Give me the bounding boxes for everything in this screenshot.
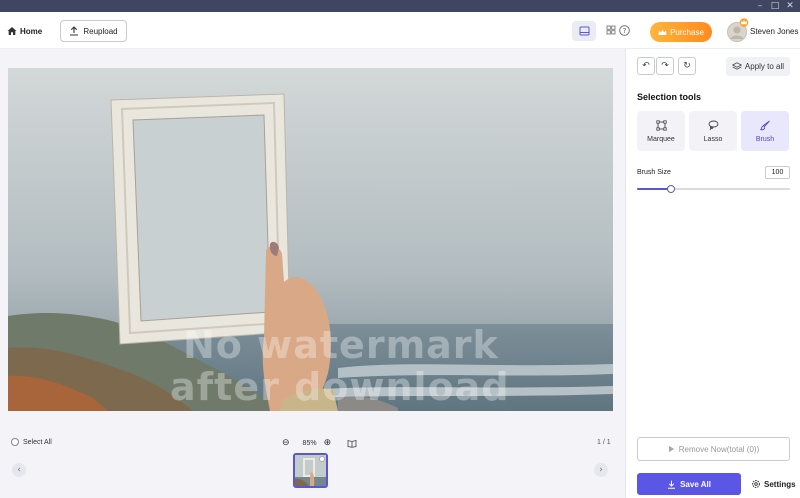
prev-image-button[interactable]: ‹ (12, 463, 26, 477)
redo-icon: ↷ (661, 61, 669, 71)
window-titlebar: – □ ✕ (0, 0, 800, 12)
next-image-button[interactable]: › (594, 463, 608, 477)
select-all-radio[interactable] (11, 438, 19, 446)
maximize-button[interactable]: □ (767, 0, 783, 12)
image-thumbnail[interactable] (293, 453, 328, 488)
purchase-label: Purchase (670, 27, 704, 37)
slider-fill (637, 188, 671, 190)
user-name[interactable]: Steven Jones (750, 27, 798, 36)
page-indicator: 1 / 1 (597, 439, 611, 446)
reupload-button[interactable]: Reupload (60, 20, 127, 42)
zoom-out-icon[interactable]: ⊖ (282, 438, 290, 448)
layers-icon (731, 62, 742, 70)
premium-crown-icon (739, 18, 749, 27)
remove-now-button[interactable]: Remove Now(total (0)) (637, 437, 790, 461)
brush-size-label: Brush Size (637, 169, 671, 176)
close-button[interactable]: ✕ (782, 0, 798, 12)
play-icon (668, 445, 674, 453)
settings-button[interactable]: Settings (751, 479, 796, 489)
download-icon (668, 480, 676, 489)
brush-size-input[interactable]: 100 (765, 166, 790, 179)
marquee-tool[interactable]: Marquee (637, 111, 685, 151)
preview-image[interactable]: No watermark after download (8, 68, 613, 411)
compare-view-button[interactable] (572, 21, 596, 41)
zoom-controls: ⊖ 85% ⊕ (282, 438, 357, 448)
upload-icon (70, 26, 79, 36)
brush-label: Brush (755, 135, 775, 143)
split-view-icon (579, 26, 589, 36)
brush-icon (759, 120, 770, 130)
canvas-area: No watermark after download (0, 49, 625, 498)
lasso-icon (708, 120, 719, 130)
minimize-button[interactable]: – (752, 0, 768, 12)
grid-view-icon[interactable] (606, 25, 616, 35)
reset-icon: ↻ (683, 61, 691, 71)
zoom-in-icon[interactable]: ⊕ (324, 438, 332, 448)
apply-to-all-button[interactable]: Apply to all (726, 57, 790, 76)
avatar[interactable] (727, 18, 749, 42)
reupload-label: Reupload (83, 26, 118, 36)
watermark-line-1: No watermark (183, 323, 499, 367)
brush-size-slider[interactable] (637, 185, 790, 193)
undo-button[interactable]: ↶ (637, 57, 655, 75)
slider-handle[interactable] (666, 185, 675, 193)
thumbnail-check[interactable] (319, 456, 325, 462)
lasso-tool[interactable]: Lasso (689, 111, 737, 151)
lasso-label: Lasso (703, 135, 723, 143)
brush-tool[interactable]: Brush (741, 111, 789, 151)
apply-to-all-label: Apply to all (744, 62, 785, 71)
remove-now-label: Remove Now(total (0)) (678, 444, 760, 454)
home-label: Home (20, 26, 43, 36)
reset-button[interactable]: ↻ (678, 57, 696, 75)
redo-button[interactable]: ↷ (656, 57, 674, 75)
marquee-label: Marquee (647, 135, 675, 143)
select-all-checkbox[interactable]: Select All (11, 438, 52, 446)
edit-panel: ↶ ↷ ↻ Apply to all Selection tools Marqu… (625, 49, 800, 498)
home-button[interactable]: Home (7, 25, 42, 37)
compare-book-icon[interactable] (347, 439, 357, 448)
selection-tools-title: Selection tools (637, 92, 702, 102)
watermark-line-2: after download (170, 365, 510, 409)
zoom-level: 85% (302, 439, 317, 447)
help-icon[interactable]: ? (619, 25, 630, 36)
save-all-button[interactable]: Save All (637, 473, 741, 495)
purchase-button[interactable]: Purchase (650, 22, 712, 42)
picture-frame (110, 93, 291, 345)
save-all-label: Save All (680, 479, 711, 489)
top-toolbar: Home Reupload ? Purchase Steven Jones (0, 12, 800, 49)
crown-icon (658, 29, 667, 35)
settings-label: Settings (764, 479, 796, 489)
help-glyph: ? (623, 27, 627, 35)
home-icon (7, 27, 17, 35)
gear-icon (752, 480, 760, 488)
select-all-label: Select All (23, 438, 52, 446)
marquee-icon (655, 119, 667, 131)
canvas-footer: Select All ⊖ 85% ⊕ 1 / 1 (0, 436, 625, 450)
undo-icon: ↶ (642, 61, 650, 71)
